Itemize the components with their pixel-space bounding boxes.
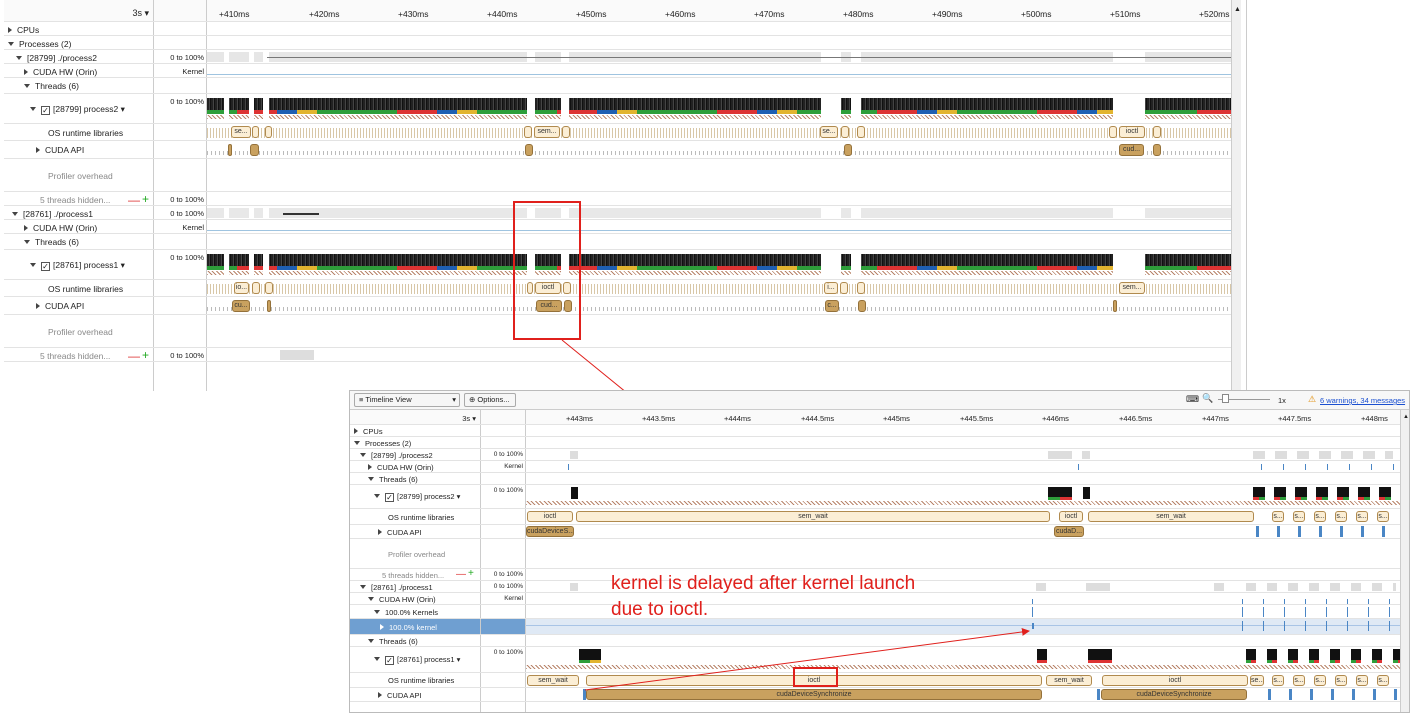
arrow-line bbox=[584, 627, 1030, 691]
annotation-arrow bbox=[584, 627, 1030, 691]
